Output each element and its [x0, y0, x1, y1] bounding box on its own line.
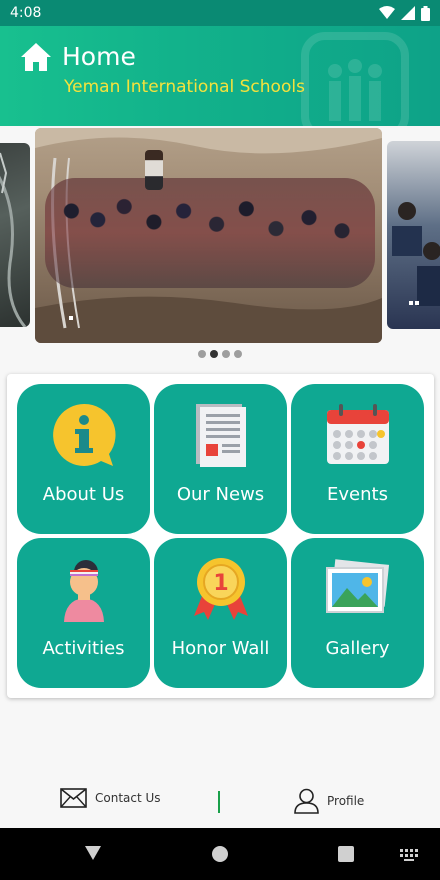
wifi-icon [379, 6, 395, 19]
carousel-slide-next[interactable] [387, 141, 440, 329]
menu-grid: About Us Our News Events Activities 1 Ho… [7, 374, 434, 698]
events-tile[interactable]: Events [291, 384, 424, 534]
gallery-tile[interactable]: Gallery [291, 538, 424, 688]
about-us-label: About Us [42, 484, 125, 505]
page-title: Home [62, 42, 136, 71]
home-circle-icon[interactable] [211, 845, 229, 863]
recents-square-icon[interactable] [338, 846, 354, 862]
pagination-dot[interactable] [234, 350, 242, 358]
app-header: Home Yeman International Schools [0, 26, 440, 126]
svg-text:1: 1 [213, 571, 228, 596]
info-icon [53, 403, 116, 466]
pagination-dot[interactable] [198, 350, 206, 358]
contact-us-button[interactable]: Contact Us [60, 788, 161, 808]
honor-wall-tile[interactable]: 1 Honor Wall [154, 538, 287, 688]
bottom-bar-divider [218, 791, 220, 813]
carousel-pagination [0, 350, 440, 358]
keyboard-icon[interactable] [400, 849, 418, 861]
students-group-photo [45, 178, 375, 288]
contact-us-label: Contact Us [95, 791, 161, 805]
medal-icon: 1 [194, 558, 248, 620]
battery-icon [421, 5, 430, 21]
teacher-figure [145, 150, 163, 190]
home-icon[interactable] [20, 42, 52, 72]
system-navigation-bar [0, 828, 440, 880]
pagination-dot[interactable] [222, 350, 230, 358]
staircase-railing-image [0, 152, 27, 327]
honor-wall-label: Honor Wall [171, 638, 270, 659]
slide-marker [69, 316, 73, 320]
school-logo-watermark [301, 32, 409, 126]
gallery-label: Gallery [325, 638, 390, 659]
user-icon [294, 788, 319, 814]
signal-icon [401, 6, 415, 20]
our-news-tile[interactable]: Our News [154, 384, 287, 534]
classroom-students-image [392, 202, 440, 306]
calendar-icon [327, 404, 389, 464]
activities-tile[interactable]: Activities [17, 538, 150, 688]
pagination-dot-active[interactable] [210, 350, 218, 358]
photo-carousel[interactable] [0, 126, 440, 366]
student-avatar-icon [64, 560, 104, 622]
status-time: 4:08 [10, 5, 42, 21]
envelope-icon [60, 788, 87, 808]
about-us-tile[interactable]: About Us [17, 384, 150, 534]
back-triangle-icon[interactable] [84, 845, 102, 861]
our-news-label: Our News [176, 484, 265, 505]
profile-label: Profile [327, 794, 365, 808]
profile-button[interactable]: Profile [294, 788, 364, 814]
events-label: Events [327, 484, 388, 505]
news-document-icon [196, 404, 246, 467]
carousel-slide-previous[interactable] [0, 143, 30, 327]
bottom-action-bar: Contact Us Profile [0, 776, 440, 828]
school-name: Yeman International Schools [64, 77, 305, 97]
status-bar: 4:08 [0, 0, 440, 26]
activities-label: Activities [42, 638, 125, 659]
status-icons [379, 5, 430, 21]
carousel-slide-current[interactable] [35, 128, 382, 343]
gallery-image-icon [326, 559, 390, 613]
